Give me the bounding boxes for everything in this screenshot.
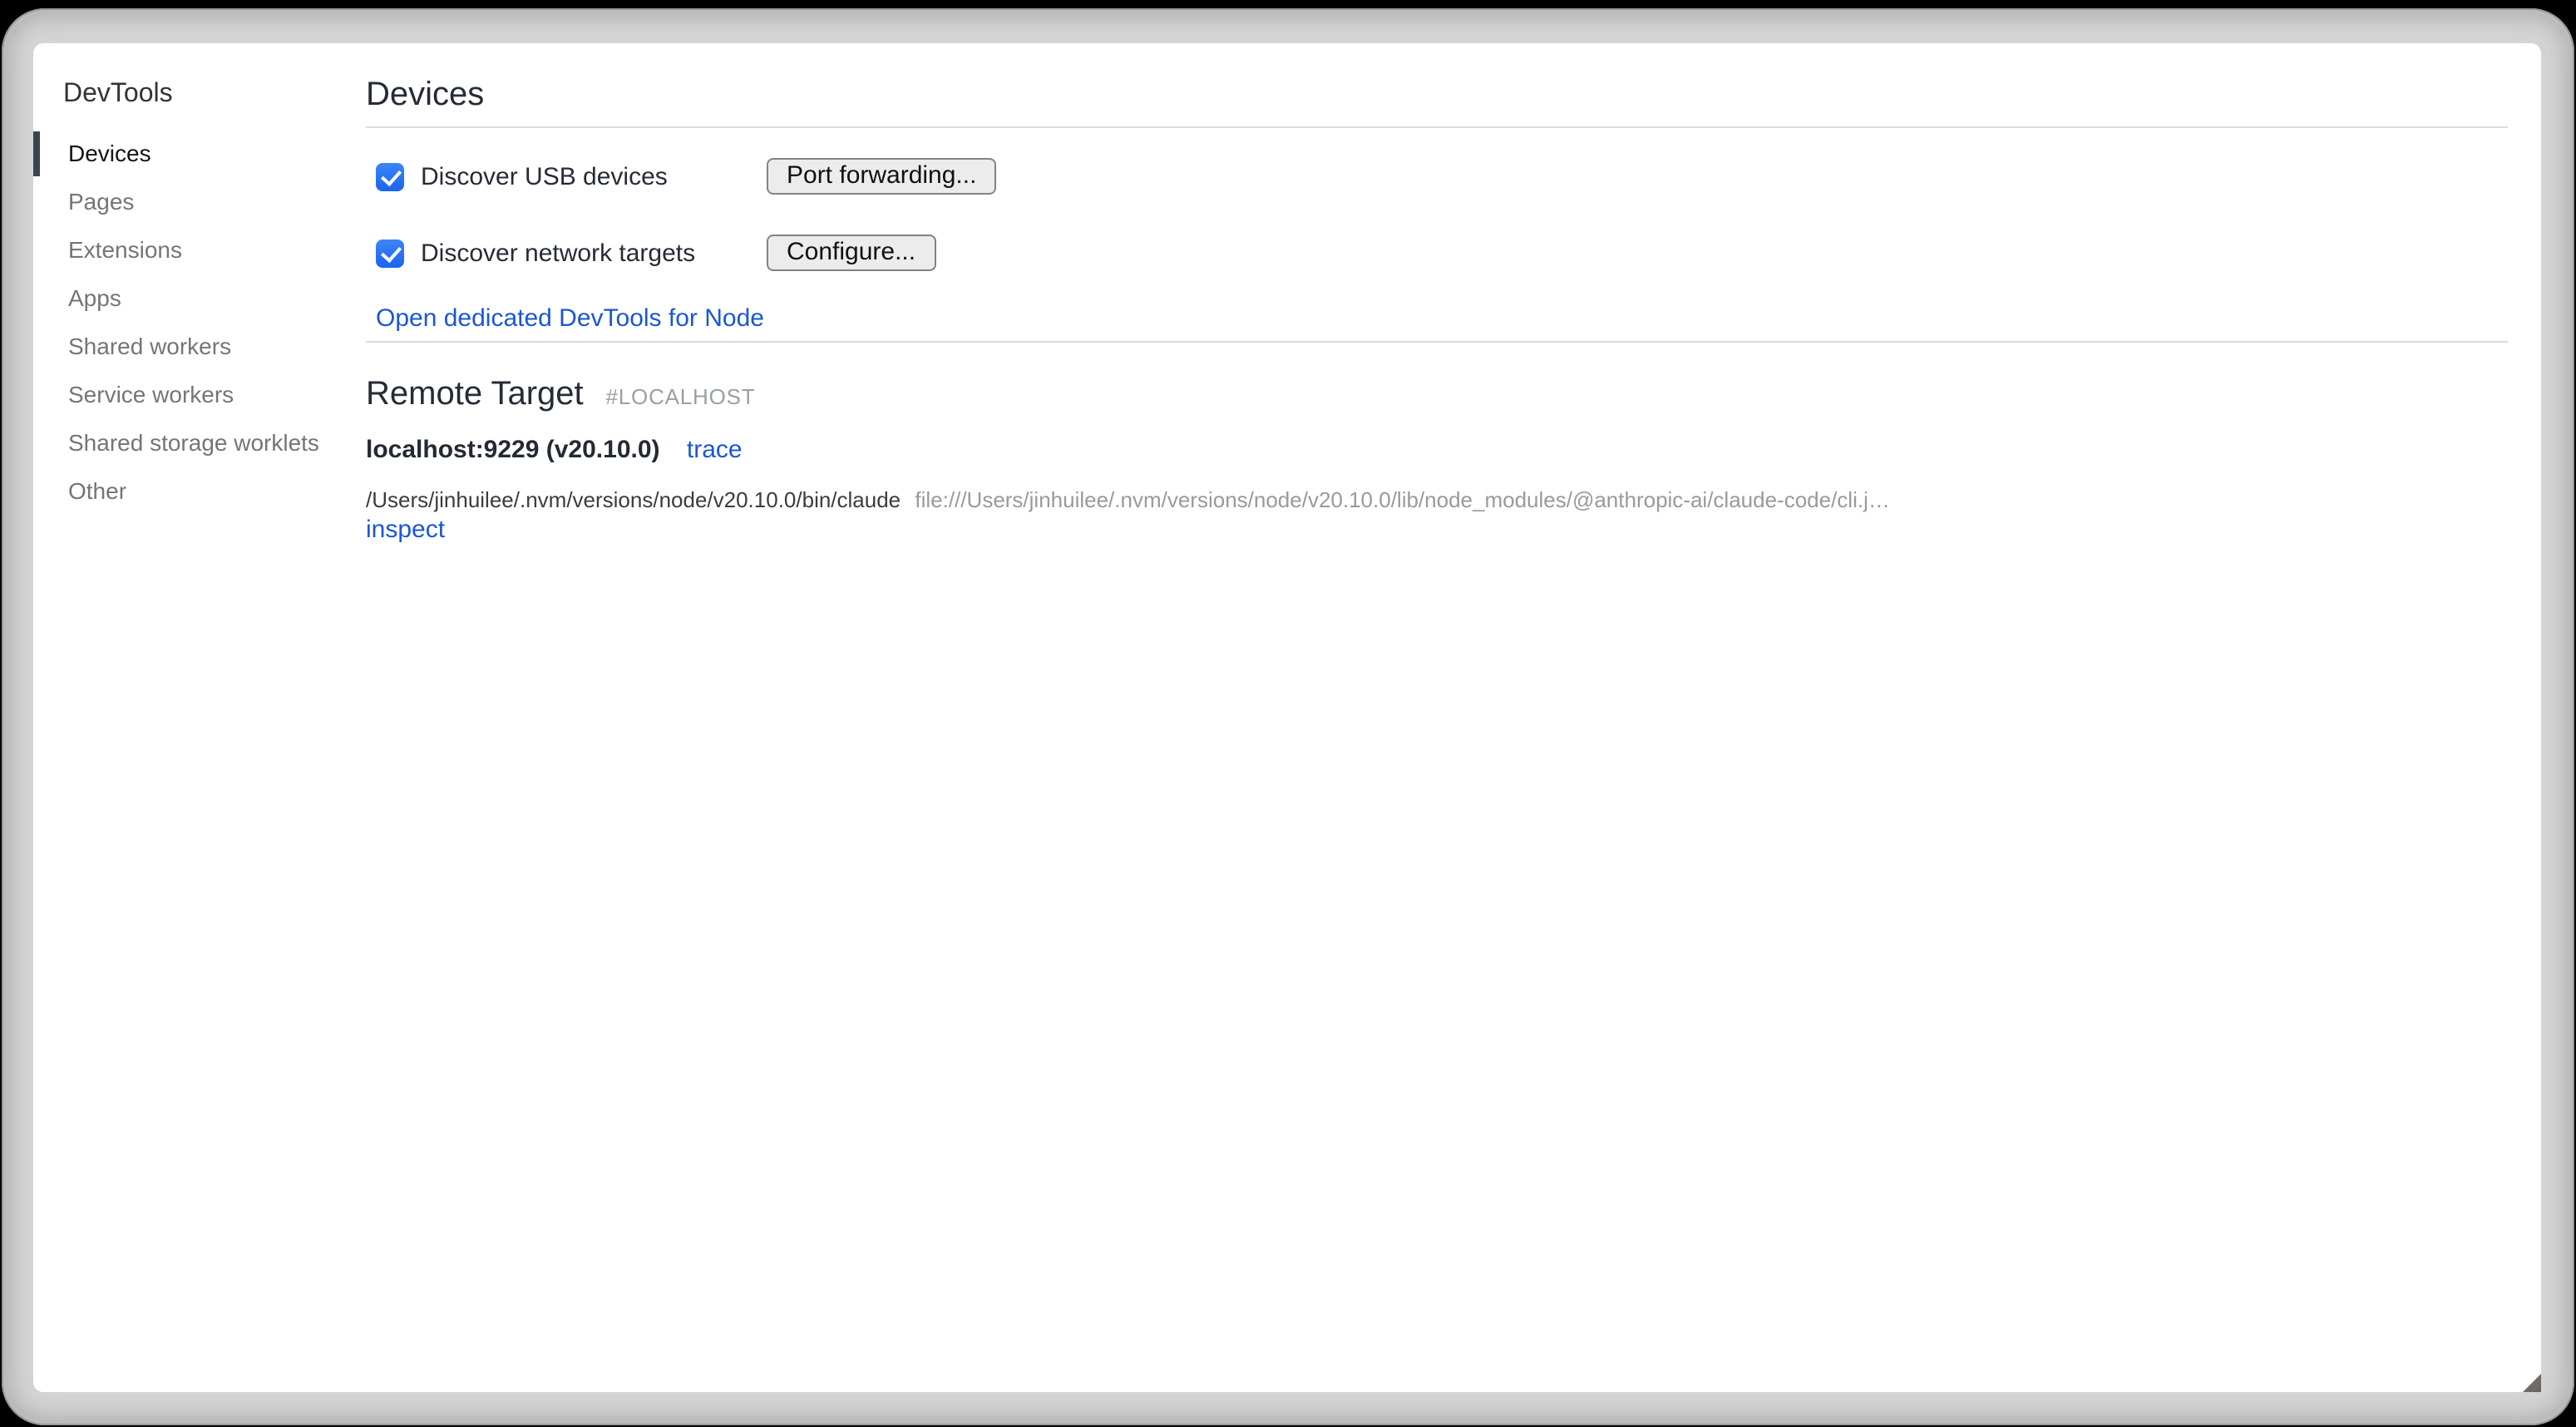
remote-target-header: Remote Target #LOCALHOST [366, 374, 2508, 414]
discover-network-label: Discover network targets [421, 239, 695, 267]
macos-window-frame: DevTools Devices Pages Extensions Apps S… [2, 8, 2574, 1425]
screenshot-stage: DevTools Devices Pages Extensions Apps S… [0, 0, 2576, 1427]
divider [366, 341, 2508, 343]
sidebar-item-service-workers[interactable]: Service workers [68, 371, 366, 419]
page-title: Devices [366, 75, 2508, 115]
localhost-tag: #LOCALHOST [606, 384, 756, 409]
sidebar-list: Devices Pages Extensions Apps Shared wor… [63, 130, 366, 516]
discover-usb-checkbox[interactable] [376, 162, 404, 190]
inspect-page: DevTools Devices Pages Extensions Apps S… [33, 43, 2541, 1392]
main-panel: Devices Discover USB devices Port forwar… [366, 43, 2508, 542]
configure-button[interactable]: Configure... [767, 235, 935, 271]
sidebar-item-other[interactable]: Other [68, 467, 366, 516]
resize-grip[interactable] [2523, 1374, 2541, 1392]
sidebar-item-pages[interactable]: Pages [68, 178, 366, 226]
process-path: /Users/jinhuilee/.nvm/versions/node/v20.… [366, 489, 901, 512]
port-forwarding-button[interactable]: Port forwarding... [767, 158, 996, 195]
trace-link[interactable]: trace [687, 436, 743, 464]
node-devtools-row: Open dedicated DevTools for Node [366, 306, 2508, 331]
discover-usb-label: Discover USB devices [421, 162, 668, 190]
remote-target-heading: Remote Target [366, 376, 584, 412]
sidebar-item-shared-workers[interactable]: Shared workers [68, 323, 366, 371]
target-name: localhost:9229 (v20.10.0) [366, 436, 660, 464]
inspect-link[interactable]: inspect [366, 516, 445, 544]
sidebar-item-apps[interactable]: Apps [68, 274, 366, 323]
target-row: localhost:9229 (v20.10.0) trace [366, 437, 2508, 464]
target-path-row: /Users/jinhuilee/.nvm/versions/node/v20.… [366, 489, 2508, 512]
sidebar-item-extensions[interactable]: Extensions [68, 226, 366, 274]
discover-network-checkbox[interactable] [376, 239, 404, 267]
discover-network-row: Discover network targets Configure... [366, 235, 2508, 271]
sidebar-item-devices[interactable]: Devices [68, 130, 366, 178]
sidebar: DevTools Devices Pages Extensions Apps S… [33, 43, 366, 1392]
devtools-title: DevTools [63, 78, 366, 110]
divider [366, 126, 2508, 128]
inspect-row: inspect [366, 517, 2508, 542]
sidebar-item-shared-storage-worklets[interactable]: Shared storage worklets [68, 419, 366, 467]
open-node-devtools-link[interactable]: Open dedicated DevTools for Node [376, 304, 764, 333]
script-url: file:///Users/jinhuilee/.nvm/versions/no… [915, 489, 1889, 512]
discover-usb-row: Discover USB devices Port forwarding... [366, 158, 2508, 195]
